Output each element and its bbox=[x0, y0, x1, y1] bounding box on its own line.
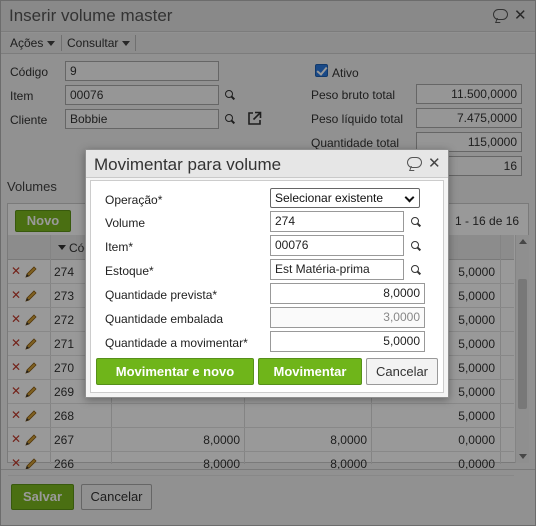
dialog-title-bar: Movimentar para volume ✕ bbox=[86, 150, 448, 178]
help-icon[interactable] bbox=[407, 157, 422, 168]
qtd-prevista-field[interactable]: 8,0000 bbox=[270, 283, 425, 304]
estoque-field[interactable]: Est Matéria-prima bbox=[270, 259, 404, 280]
search-icon[interactable] bbox=[411, 265, 421, 275]
qtd-movimentar-field[interactable]: 5,0000 bbox=[270, 331, 425, 352]
chevron-down-icon bbox=[404, 192, 415, 203]
operacao-label: Operação* bbox=[105, 193, 163, 207]
dialog-body: Operação* Selecionar existente Volume 27… bbox=[90, 180, 444, 393]
volume-field[interactable]: 274 bbox=[270, 211, 404, 232]
qtd-embalada-field: 3,0000 bbox=[270, 307, 425, 328]
item-label: Item* bbox=[105, 240, 134, 254]
dialog-title: Movimentar para volume bbox=[94, 155, 282, 174]
volume-label: Volume bbox=[105, 216, 146, 230]
estoque-label: Estoque* bbox=[105, 264, 154, 278]
qtd-movimentar-label: Quantidade a movimentar* bbox=[105, 336, 248, 350]
dialog-cancelar-button[interactable]: Cancelar bbox=[366, 358, 438, 385]
close-icon[interactable]: ✕ bbox=[428, 154, 441, 172]
item-field[interactable]: 00076 bbox=[270, 235, 404, 256]
qtd-prevista-label: Quantidade prevista* bbox=[105, 288, 218, 302]
movimentar-dialog: Movimentar para volume ✕ Operação* Selec… bbox=[85, 149, 449, 398]
movimentar-button[interactable]: Movimentar bbox=[258, 358, 362, 385]
search-icon[interactable] bbox=[411, 217, 421, 227]
operacao-selected-value: Selecionar existente bbox=[275, 191, 384, 205]
operacao-select[interactable]: Selecionar existente bbox=[270, 188, 420, 208]
movimentar-e-novo-button[interactable]: Movimentar e novo bbox=[96, 358, 254, 385]
qtd-embalada-label: Quantidade embalada bbox=[105, 312, 224, 326]
search-icon[interactable] bbox=[411, 241, 421, 251]
